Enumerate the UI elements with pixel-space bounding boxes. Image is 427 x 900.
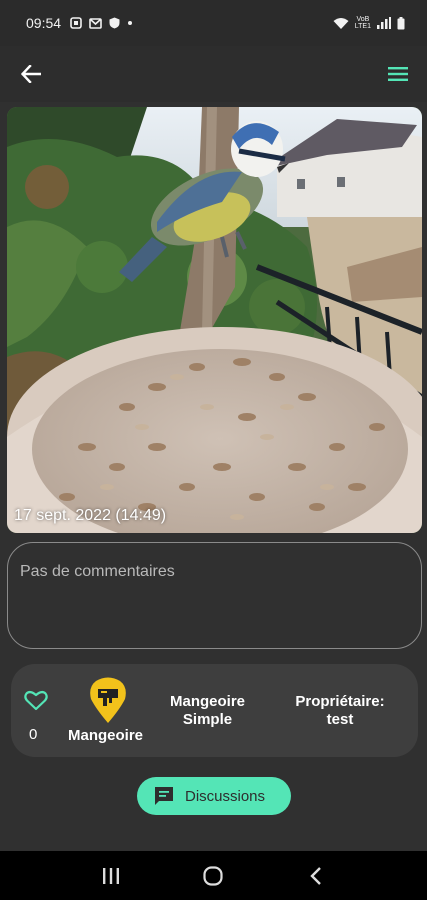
comments-field[interactable]: Pas de commentaires (7, 542, 422, 649)
network-sub-2: LTE1 (354, 23, 371, 30)
recents-icon (103, 867, 120, 884)
feeder-marker-icon (88, 677, 128, 725)
back-button[interactable] (20, 63, 42, 85)
like-count: 0 (29, 726, 38, 743)
bird-photo-image (7, 107, 422, 533)
home-circle-icon (203, 865, 224, 886)
wifi-icon (333, 17, 349, 30)
status-bar: 09:54 VoB LTE1 (0, 0, 427, 46)
feeder-info-card: 0 Mangeoire Mangeoire Simple Propriétair… (11, 664, 418, 757)
network-type: VoB LTE1 (355, 16, 371, 30)
owner-line1: Propriétaire: (295, 693, 385, 710)
chat-icon (155, 787, 173, 805)
app-bar (0, 46, 427, 102)
owner-line2: test (326, 711, 354, 728)
photo-timestamp: 17 sept. 2022 (14:49) (14, 507, 167, 524)
feeder-type-line1: Mangeoire (169, 693, 245, 710)
feeder-owner: Propriétaire: test (286, 693, 394, 729)
feeder-name: Mangeoire (68, 727, 144, 744)
discussions-button[interactable]: Discussions (137, 777, 291, 815)
shield-icon (109, 17, 120, 29)
feeder-type: Mangeoire Simple (161, 693, 254, 729)
dot-icon (127, 20, 133, 26)
hamburger-menu-icon (388, 67, 408, 81)
system-nav-bar (0, 851, 427, 900)
feeder-type-line2: Simple (182, 711, 233, 728)
chevron-left-icon (310, 866, 321, 885)
signal-icon (377, 17, 391, 29)
status-left: 09:54 (26, 15, 333, 31)
comments-placeholder: Pas de commentaires (20, 563, 175, 580)
battery-icon (397, 16, 405, 30)
feeder-photo[interactable]: 17 sept. 2022 (14:49) (7, 107, 422, 533)
notification-square-icon (70, 17, 82, 29)
like-button[interactable] (24, 689, 48, 711)
heart-icon (24, 690, 48, 711)
recents-button[interactable] (91, 856, 131, 896)
mail-icon (89, 17, 102, 29)
system-back-button[interactable] (296, 856, 336, 896)
network-sub-1: VoB (356, 16, 370, 23)
arrow-left-icon (21, 65, 41, 83)
discussions-label: Discussions (185, 787, 266, 805)
status-right: VoB LTE1 (333, 16, 405, 30)
menu-button[interactable] (387, 63, 409, 85)
status-time: 09:54 (26, 15, 62, 31)
home-button[interactable] (193, 856, 233, 896)
